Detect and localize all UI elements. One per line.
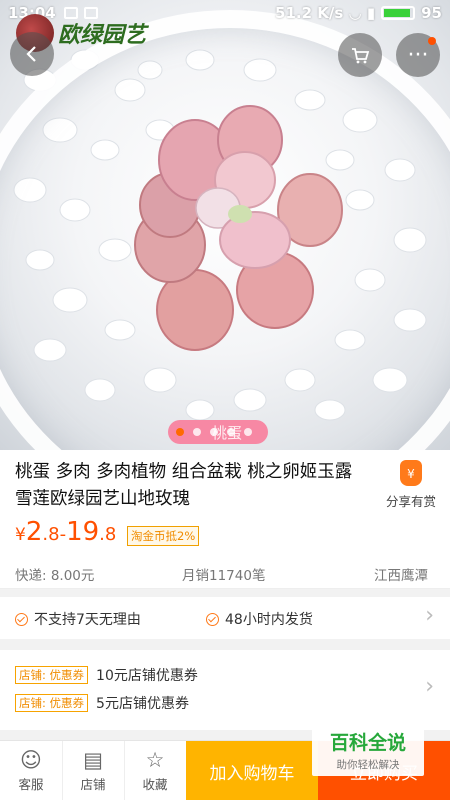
chevron-right-icon: › [425,674,434,699]
network-speed: 51.2 K/s [275,4,344,22]
coupon-row: 店铺: 优惠券 5元店铺优惠券 [15,693,189,713]
tab-label: 客服 [18,777,44,792]
currency-symbol: ¥ [15,525,26,545]
notification-dot [428,37,436,45]
carousel-dot[interactable] [244,428,252,436]
service-item: 不支持7天无理由 [15,609,141,629]
carousel-dot[interactable] [193,428,201,436]
wifi-icon: ◡ [349,4,361,22]
service-guarantees[interactable]: 不支持7天无理由 48小时内发货 › [0,597,450,639]
chat-icon: ☺ [20,748,42,772]
brand-name: 欧绿园艺 [58,22,147,48]
product-title: 桃蛋 多肉 多肉植物 组合盆栽 桃之卵姬玉露雪莲欧绿园艺山地玫瑰 [15,462,353,509]
cart-icon [352,48,370,64]
signal-icon: ▮ [366,4,376,22]
price-low-decimal: .8 [42,524,60,545]
more-button[interactable]: ··· [396,33,440,77]
product-page: 13:04 51.2 K/s ◡ ▮ 95 欧绿园艺 ··· 桃蛋 桃蛋 多肉 … [0,0,450,800]
divider [0,588,450,589]
product-image[interactable] [0,0,450,450]
share-button[interactable]: ¥ 分享有赏 [383,460,439,510]
star-icon: ☆ [145,748,165,772]
service-label: 不支持7天无理由 [34,612,141,628]
coupon-tag: 店铺: 优惠券 [15,666,89,684]
money-bag-icon: ¥ [400,460,422,486]
tab-label: 店铺 [80,777,106,792]
status-right: 51.2 K/s ◡ ▮ 95 [275,4,442,22]
chevron-right-icon: › [425,603,434,628]
service-label: 48小时内发货 [225,612,313,628]
shipping-info: 快递: 8.00元 月销11740笔 江西鹰潭 [0,556,450,588]
shipping-fee: 快递: 8.00元 [15,568,95,584]
shop-coupons[interactable]: 店铺: 优惠券 10元店铺优惠券 店铺: 优惠券 5元店铺优惠券 › [0,650,450,730]
more-icon: ··· [407,42,429,68]
watermark-title: 百科全说 [329,732,406,754]
coupon-tag: 店铺: 优惠券 [15,694,89,712]
back-button[interactable] [10,32,54,76]
carousel-indicator: 桃蛋 [168,420,268,444]
service-item: 48小时内发货 [206,609,313,629]
monthly-sales: 月销11740笔 [182,568,266,584]
watermark-subtitle: 助你轻松解决 [336,759,400,771]
watermark: 百科全说 助你轻松解决 [312,722,424,776]
shop-icon: ▤ [83,748,103,772]
pot-rim [0,10,450,450]
ship-location: 江西鹰潭 [374,568,428,584]
shop-button[interactable]: ▤ 店铺 [62,741,124,800]
coupon-text: 10元店铺优惠券 [96,668,198,684]
carousel-dot-active[interactable] [176,428,184,436]
add-to-cart-button[interactable]: 加入购物车 [186,741,318,800]
carousel-label: 桃蛋 [212,424,243,442]
battery-level: 95 [421,4,442,22]
battery-icon [381,6,416,20]
coin-discount-badge: 淘金币抵2% [127,526,200,546]
chevron-left-icon [26,46,36,62]
share-label: 分享有赏 [385,494,436,509]
check-circle-icon [15,612,28,626]
favorite-button[interactable]: ☆ 收藏 [124,741,186,800]
check-circle-icon [206,612,219,626]
customer-service-button[interactable]: ☺ 客服 [0,741,62,800]
coupon-text: 5元店铺优惠券 [96,696,189,712]
coupon-row: 店铺: 优惠券 10元店铺优惠券 [15,665,198,685]
product-price: ¥ 2 .8 - 19 .8 [15,517,116,547]
price-high-decimal: .8 [99,524,117,545]
price-high-integer: 19 [66,517,100,547]
tab-label: 收藏 [142,777,168,792]
cart-button[interactable] [338,33,382,77]
price-low-integer: 2 [25,517,43,547]
